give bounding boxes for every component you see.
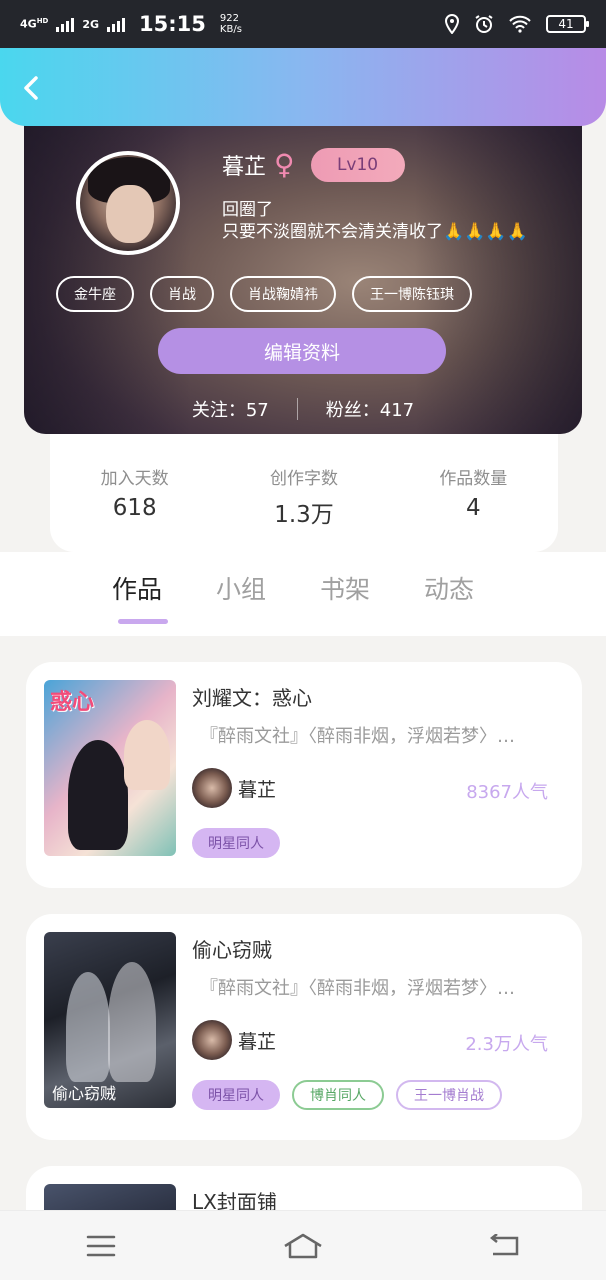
status-bar: 4GHD 2G 15:15 922 KB/s 41 <box>0 0 606 48</box>
chevron-left-icon[interactable] <box>20 74 44 102</box>
level-badge: Lv10 <box>310 148 405 182</box>
profile-tag[interactable]: 王一博陈钰琪 <box>352 276 472 312</box>
signal-icon-2 <box>107 16 126 32</box>
battery-indicator: 41 <box>546 15 589 33</box>
work-title[interactable]: 偷心窃贼 <box>192 934 272 963</box>
profile-avatar[interactable] <box>76 151 180 255</box>
genre-tag[interactable]: 博肖同人 <box>292 1080 384 1110</box>
alarm-icon <box>475 15 493 33</box>
tab-bar: 作品 小组 书架 动态 <box>0 552 606 636</box>
divider <box>296 398 298 420</box>
tab-bookshelf[interactable]: 书架 <box>312 570 378 606</box>
followers-count[interactable]: 粉丝：417 <box>326 396 414 422</box>
work-description: 『醉雨文社』〈醉雨非烟，浮烟若梦〉… <box>200 726 515 747</box>
top-bar <box>0 48 606 126</box>
genre-tag[interactable]: 明星同人 <box>192 828 280 858</box>
tab-activity[interactable]: 动态 <box>416 570 482 606</box>
author-name: 暮芷 <box>238 1030 277 1053</box>
genre-tag[interactable]: 王一博肖战 <box>396 1080 502 1110</box>
profile-tag[interactable]: 肖战 <box>150 276 214 312</box>
system-nav-bar <box>0 1210 606 1280</box>
stat-work-count: 作品数量 4 <box>439 469 508 521</box>
author-avatar <box>192 768 232 808</box>
clock: 15:15 <box>139 12 206 36</box>
back-icon[interactable] <box>475 1221 535 1271</box>
network-speed: 922 KB/s <box>219 13 242 35</box>
profile-stats: 加入天数 618 创作字数 1.3万 作品数量 4 <box>50 434 558 552</box>
tab-groups[interactable]: 小组 <box>208 570 274 606</box>
wifi-icon <box>509 15 531 33</box>
work-card[interactable]: 惑心 刘耀文：惑心 『醉雨文社』〈醉雨非烟，浮烟若梦〉… 暮芷 8367人气 明… <box>26 662 582 888</box>
stat-join-days: 加入天数 618 <box>100 469 169 521</box>
edit-profile-button[interactable]: 编辑资料 <box>158 328 446 374</box>
signal-icon <box>56 16 75 32</box>
work-title[interactable]: 刘耀文：惑心 <box>192 682 312 711</box>
network-type-1: 4GHD <box>20 17 49 31</box>
profile-tags: 金牛座 肖战 肖战鞠婧祎 王一博陈钰琪 <box>56 276 472 312</box>
work-cover[interactable]: 偷心窃贼 <box>44 932 176 1108</box>
profile-tag[interactable]: 肖战鞠婧祎 <box>230 276 336 312</box>
work-card[interactable]: 偷心窃贼 偷心窃贼 『醉雨文社』〈醉雨非烟，浮烟若梦〉… 暮芷 2.3万人气 明… <box>26 914 582 1140</box>
network-type-2: 2G <box>82 17 100 31</box>
author-name: 暮芷 <box>238 778 277 801</box>
stat-word-count: 创作字数 1.3万 <box>269 469 338 528</box>
following-count[interactable]: 关注：57 <box>192 396 269 422</box>
author-avatar <box>192 1020 232 1060</box>
work-description: 『醉雨文社』〈醉雨非烟，浮烟若梦〉… <box>200 978 515 999</box>
profile-bio: 回圈了 只要不淡圈就不会清关清收了🙏🙏🙏🙏 <box>222 200 528 242</box>
tab-works[interactable]: 作品 <box>104 570 170 624</box>
profile-header: 暮芷 ♀ Lv10 回圈了 只要不淡圈就不会清关清收了🙏🙏🙏🙏 金牛座 肖战 肖… <box>24 96 582 434</box>
female-icon: ♀ <box>274 148 295 181</box>
location-icon <box>444 14 460 34</box>
home-icon[interactable] <box>273 1221 333 1271</box>
profile-tag[interactable]: 金牛座 <box>56 276 134 312</box>
profile-name: 暮芷 <box>222 155 267 180</box>
menu-icon[interactable] <box>71 1221 131 1271</box>
popularity: 2.3万人气 <box>465 1034 548 1055</box>
popularity: 8367人气 <box>466 782 548 803</box>
work-cover[interactable]: 惑心 <box>44 680 176 856</box>
genre-tag[interactable]: 明星同人 <box>192 1080 280 1110</box>
